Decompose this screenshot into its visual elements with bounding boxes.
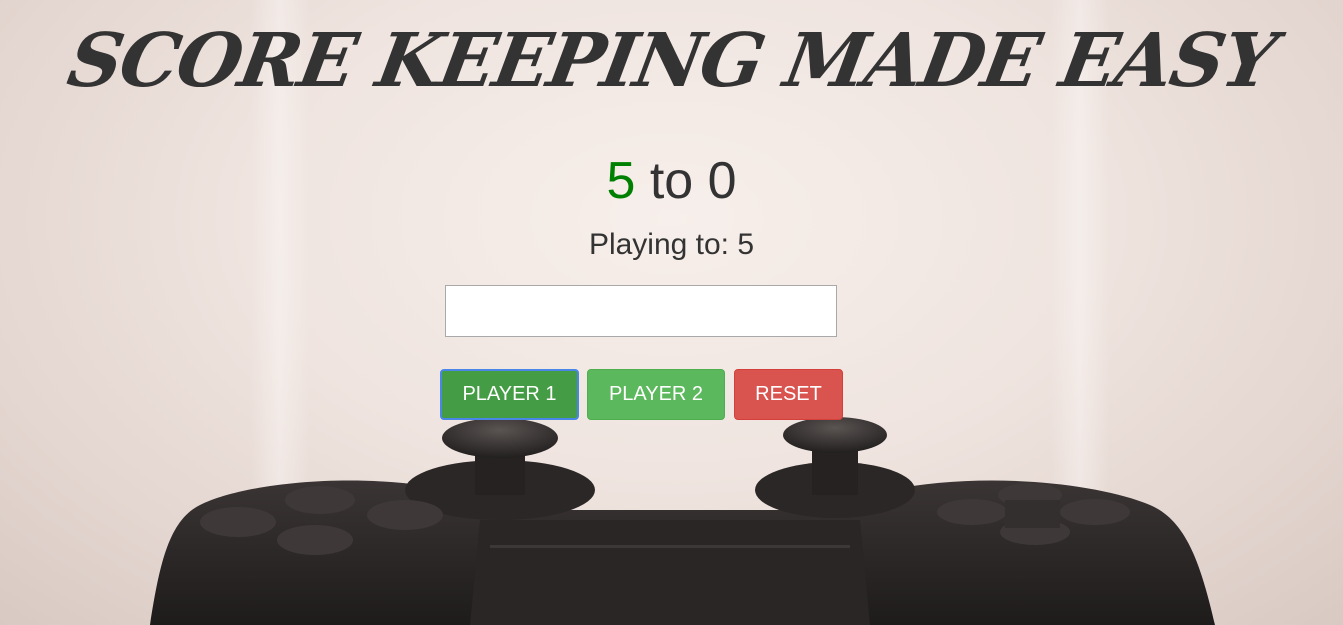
left-stick-cap <box>442 418 558 458</box>
right-stick-cap <box>783 417 887 453</box>
winning-score-input[interactable] <box>445 285 837 337</box>
score-display: 5 to 0 <box>0 150 1343 212</box>
reset-button[interactable]: RESET <box>734 369 843 420</box>
dpad-left <box>937 499 1007 525</box>
score-separator: to <box>649 152 694 210</box>
playing-to-label: Playing to: 5 <box>588 228 755 261</box>
left-button-top <box>285 486 355 514</box>
controller-touchpad <box>470 520 870 625</box>
page-title: SCORE KEEPING MADE EASY <box>61 18 1282 104</box>
dpad-center <box>1005 500 1060 528</box>
left-button-right <box>367 500 443 530</box>
player1-button[interactable]: PLAYER 1 <box>440 369 579 420</box>
left-button-left <box>200 507 276 537</box>
controller-touchpad-stripe <box>490 545 850 548</box>
player2-button[interactable]: PLAYER 2 <box>587 369 725 420</box>
dpad-right <box>1060 499 1130 525</box>
player2-score: 0 <box>707 152 737 210</box>
player1-score: 5 <box>606 152 636 210</box>
left-button-bottom <box>277 525 353 555</box>
